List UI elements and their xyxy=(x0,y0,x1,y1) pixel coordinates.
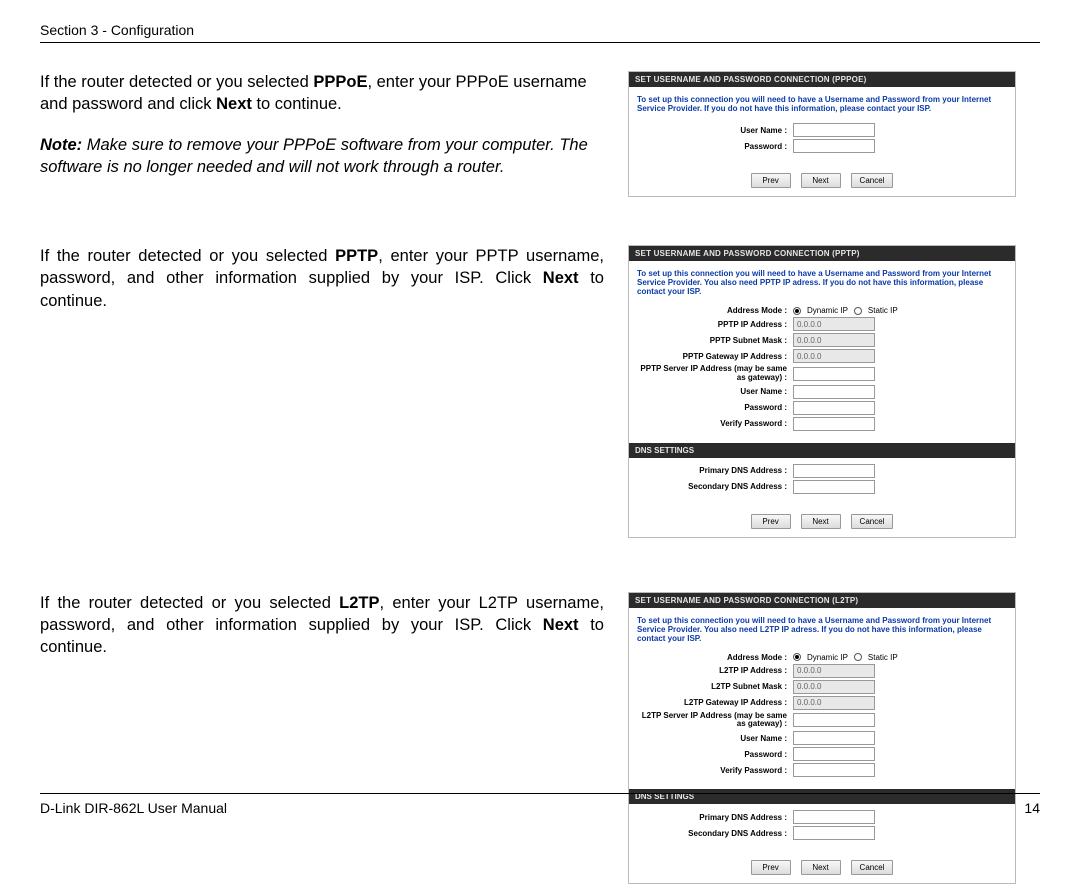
pptp-panel-title: SET USERNAME AND PASSWORD CONNECTION (PP… xyxy=(629,246,1015,261)
l2tp-server-input[interactable] xyxy=(793,713,875,727)
pptp-cancel-button[interactable]: Cancel xyxy=(851,514,894,529)
pptp-static-label: Static IP xyxy=(868,306,898,315)
l2tp-dns2-label: Secondary DNS Address : xyxy=(637,829,793,838)
l2tp-gw-input[interactable] xyxy=(793,696,875,710)
note-body: Make sure to remove your PPPoE software … xyxy=(40,136,588,176)
l2tp-row: If the router detected or you selected L… xyxy=(40,592,1040,884)
l2tp-password-input[interactable] xyxy=(793,747,875,761)
l2tp-ip-input[interactable] xyxy=(793,664,875,678)
pptp-username-label: User Name : xyxy=(637,387,793,396)
pptp-verify-input[interactable] xyxy=(793,417,875,431)
pppoe-prev-button[interactable]: Prev xyxy=(751,173,791,188)
l2tp-next-bold: Next xyxy=(543,616,579,634)
pptp-password-label: Password : xyxy=(637,403,793,412)
l2tp-static-label: Static IP xyxy=(868,653,898,662)
pptp-server-input[interactable] xyxy=(793,367,875,381)
pppoe-panel-intro: To set up this connection you will need … xyxy=(629,87,1015,117)
pppoe-bold: PPPoE xyxy=(313,73,367,91)
l2tp-mask-input[interactable] xyxy=(793,680,875,694)
l2tp-dynamic-label: Dynamic IP xyxy=(807,653,848,662)
l2tp-text-1: If the router detected or you selected xyxy=(40,594,339,612)
pptp-dynamic-radio[interactable] xyxy=(793,307,801,315)
pppoe-row: If the router detected or you selected P… xyxy=(40,71,1040,197)
note-label: Note: xyxy=(40,136,82,154)
footer: D-Link DIR-862L User Manual 14 xyxy=(40,793,1040,816)
pppoe-cancel-button[interactable]: Cancel xyxy=(851,173,894,188)
pppoe-text: If the router detected or you selected P… xyxy=(40,71,604,178)
section-header: Section 3 - Configuration xyxy=(40,22,1040,38)
pppoe-next-bold: Next xyxy=(216,95,252,113)
l2tp-prev-button[interactable]: Prev xyxy=(751,860,791,875)
header-rule xyxy=(40,42,1040,43)
pppoe-next-button[interactable]: Next xyxy=(801,173,841,188)
pptp-ip-input[interactable] xyxy=(793,317,875,331)
pppoe-username-label: User Name : xyxy=(637,126,793,135)
l2tp-mask-label: L2TP Subnet Mask : xyxy=(637,682,793,691)
pptp-password-input[interactable] xyxy=(793,401,875,415)
pptp-gw-input[interactable] xyxy=(793,349,875,363)
pptp-next-button[interactable]: Next xyxy=(801,514,841,529)
pptp-addrmode-label: Address Mode : xyxy=(637,306,793,315)
pptp-dns2-label: Secondary DNS Address : xyxy=(637,482,793,491)
l2tp-text: If the router detected or you selected L… xyxy=(40,592,604,659)
pppoe-text-1: If the router detected or you selected xyxy=(40,73,313,91)
pptp-panel: SET USERNAME AND PASSWORD CONNECTION (PP… xyxy=(628,245,1016,538)
l2tp-next-button[interactable]: Next xyxy=(801,860,841,875)
footer-manual: D-Link DIR-862L User Manual xyxy=(40,800,227,816)
pptp-mask-label: PPTP Subnet Mask : xyxy=(637,336,793,345)
pptp-panel-intro: To set up this connection you will need … xyxy=(629,261,1015,300)
l2tp-dns2-input[interactable] xyxy=(793,826,875,840)
pptp-text-1: If the router detected or you selected xyxy=(40,247,335,265)
pptp-text: If the router detected or you selected P… xyxy=(40,245,604,312)
pptp-static-radio[interactable] xyxy=(854,307,862,315)
pptp-dns-title: DNS SETTINGS xyxy=(629,443,1015,458)
l2tp-server-label: L2TP Server IP Address (may be same as g… xyxy=(637,712,793,730)
pppoe-panel-title: SET USERNAME AND PASSWORD CONNECTION (PP… xyxy=(629,72,1015,87)
l2tp-password-label: Password : xyxy=(637,750,793,759)
pptp-next-bold: Next xyxy=(543,269,579,287)
pppoe-username-input[interactable] xyxy=(793,123,875,137)
pptp-dns1-input[interactable] xyxy=(793,464,875,478)
l2tp-gw-label: L2TP Gateway IP Address : xyxy=(637,698,793,707)
pptp-row: If the router detected or you selected P… xyxy=(40,245,1040,538)
l2tp-panel-intro: To set up this connection you will need … xyxy=(629,608,1015,647)
pptp-dns2-input[interactable] xyxy=(793,480,875,494)
pptp-mask-input[interactable] xyxy=(793,333,875,347)
l2tp-static-radio[interactable] xyxy=(854,653,862,661)
l2tp-ip-label: L2TP IP Address : xyxy=(637,666,793,675)
l2tp-verify-label: Verify Password : xyxy=(637,766,793,775)
l2tp-panel-title: SET USERNAME AND PASSWORD CONNECTION (L2… xyxy=(629,593,1015,608)
pptp-dynamic-label: Dynamic IP xyxy=(807,306,848,315)
pptp-bold: PPTP xyxy=(335,247,378,265)
pptp-server-label: PPTP Server IP Address (may be same as g… xyxy=(637,365,793,383)
pppoe-panel: SET USERNAME AND PASSWORD CONNECTION (PP… xyxy=(628,71,1016,197)
l2tp-bold: L2TP xyxy=(339,594,379,612)
l2tp-addrmode-label: Address Mode : xyxy=(637,653,793,662)
pppoe-password-label: Password : xyxy=(637,142,793,151)
footer-page: 14 xyxy=(1024,800,1040,816)
l2tp-username-label: User Name : xyxy=(637,734,793,743)
l2tp-username-input[interactable] xyxy=(793,731,875,745)
pppoe-password-input[interactable] xyxy=(793,139,875,153)
pptp-gw-label: PPTP Gateway IP Address : xyxy=(637,352,793,361)
l2tp-dynamic-radio[interactable] xyxy=(793,653,801,661)
pppoe-text-3: to continue. xyxy=(252,95,342,113)
pptp-username-input[interactable] xyxy=(793,385,875,399)
pptp-ip-label: PPTP IP Address : xyxy=(637,320,793,329)
l2tp-cancel-button[interactable]: Cancel xyxy=(851,860,894,875)
footer-rule xyxy=(40,793,1040,794)
l2tp-verify-input[interactable] xyxy=(793,763,875,777)
l2tp-panel: SET USERNAME AND PASSWORD CONNECTION (L2… xyxy=(628,592,1016,884)
pptp-verify-label: Verify Password : xyxy=(637,419,793,428)
pptp-prev-button[interactable]: Prev xyxy=(751,514,791,529)
pptp-dns1-label: Primary DNS Address : xyxy=(637,466,793,475)
